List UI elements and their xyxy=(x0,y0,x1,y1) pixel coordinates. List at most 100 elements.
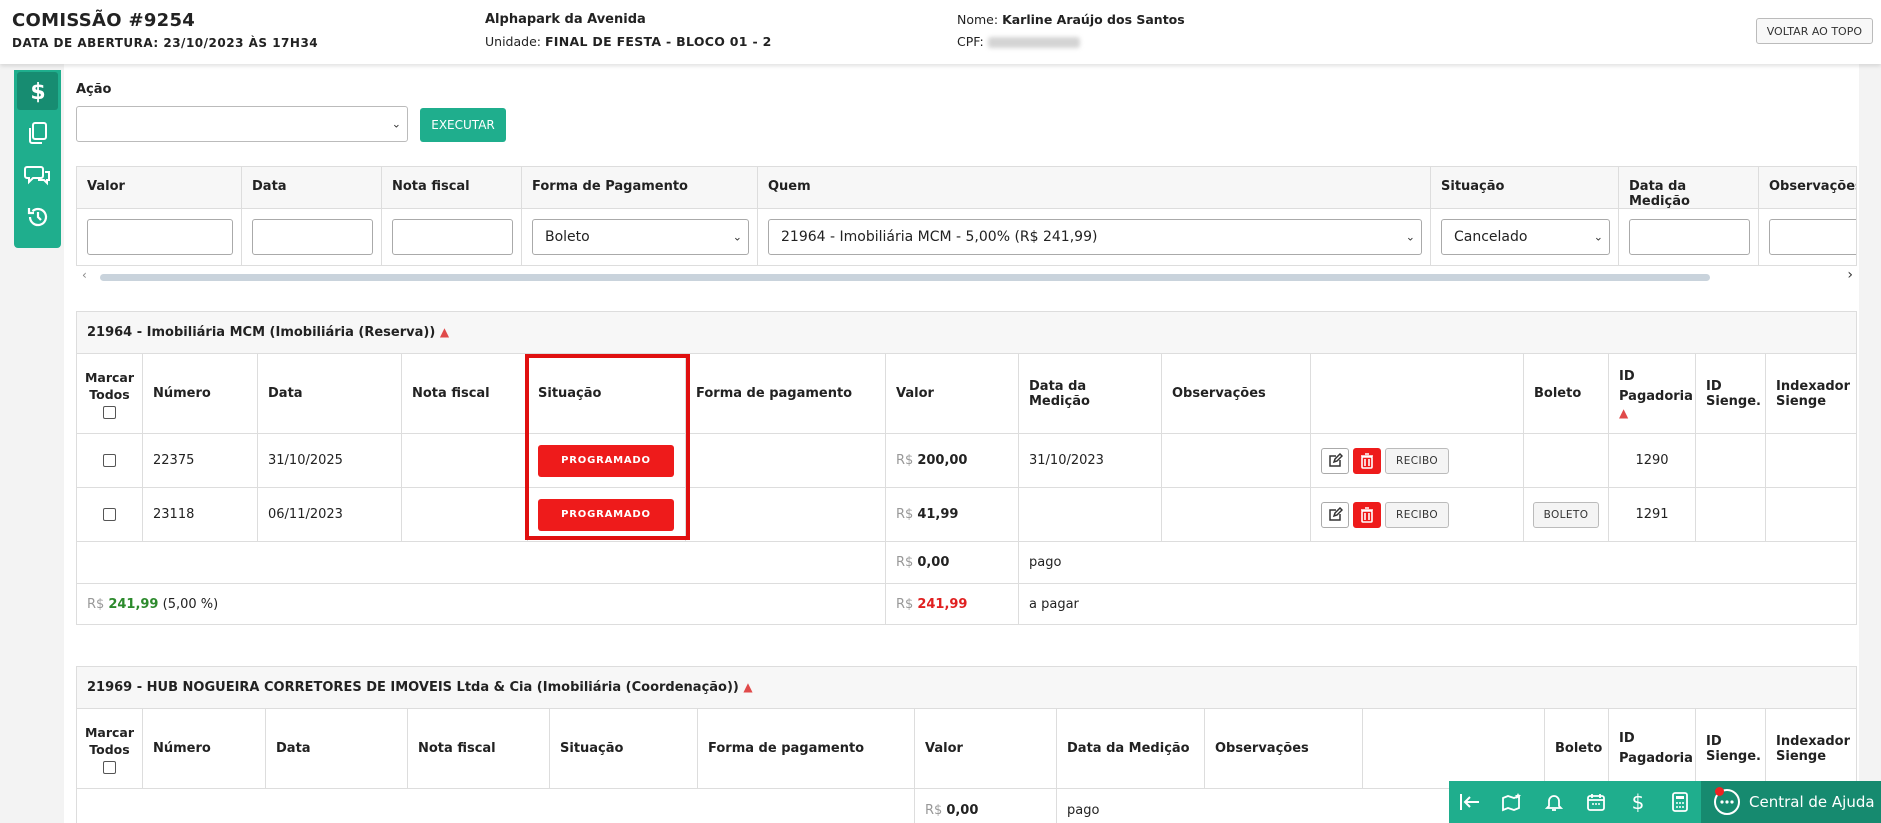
edit-button[interactable] xyxy=(1321,447,1349,474)
nota-fiscal-input[interactable] xyxy=(392,219,513,255)
col-data: Data xyxy=(258,354,402,433)
col-indexador: Indexador Sienge xyxy=(1776,733,1851,764)
delete-button[interactable] xyxy=(1353,447,1381,474)
client-name: Nome: Karline Araújo dos Santos xyxy=(957,12,1185,27)
sidebar-item-documents[interactable] xyxy=(14,112,61,154)
copy-icon xyxy=(28,122,47,144)
table-header-row: Marcar Todos Número Data Nota fiscal Sit… xyxy=(77,354,1856,434)
unit-label: Unidade: xyxy=(485,34,541,49)
col-indexador: Indexador Sienge xyxy=(1776,378,1851,409)
collapse-button[interactable] xyxy=(1449,781,1491,823)
cell-idsienge xyxy=(1696,434,1766,487)
cpf-label: CPF: xyxy=(957,34,984,49)
col-medicao: Data da Medição xyxy=(1019,354,1162,433)
col-actions xyxy=(1311,354,1524,433)
dollar-icon: $ xyxy=(1632,791,1645,813)
col-nota: Nota fiscal xyxy=(408,709,550,788)
page-title: COMISSÃO #9254 xyxy=(12,10,196,31)
col-valor: Valor xyxy=(915,709,1057,788)
name-label: Nome: xyxy=(957,12,999,27)
col-obs: Observações xyxy=(1162,354,1311,433)
paid-summary-row: R$ 0,00 pago xyxy=(77,542,1856,584)
table-row: 23118 06/11/2023 PROGRAMADO R$ 41,99 RECI… xyxy=(77,488,1856,542)
edit-icon xyxy=(1329,506,1343,521)
currency-symbol: R$ xyxy=(896,555,914,570)
delete-button[interactable] xyxy=(1353,501,1381,528)
cell-numero: 22375 xyxy=(143,434,258,487)
paid-value: 0,00 xyxy=(917,555,950,570)
boleto-button[interactable]: BOLETO xyxy=(1532,501,1600,528)
select-all-checkbox[interactable] xyxy=(103,405,116,419)
main-content: Ação ⌄ EXECUTAR Valor Data Nota fiscal F… xyxy=(64,64,1859,823)
receipt-button[interactable]: RECIBO xyxy=(1385,447,1450,474)
svg-text:$: $ xyxy=(30,80,45,103)
currency-symbol: R$ xyxy=(896,453,914,468)
scroll-right-icon[interactable]: › xyxy=(1847,267,1853,283)
warning-icon: ▲ xyxy=(1619,406,1629,420)
notifications-button[interactable] xyxy=(1533,781,1575,823)
cell-nota xyxy=(402,488,528,541)
cell-medicao xyxy=(1019,488,1162,541)
valor-input[interactable] xyxy=(87,219,233,255)
calendar-icon xyxy=(1587,794,1605,811)
quem-select[interactable]: 21964 - Imobiliária MCM - 5,00% (R$ 241,… xyxy=(768,219,1422,255)
cell-forma xyxy=(686,488,886,541)
situacao-select[interactable]: Cancelado ⌄ xyxy=(1441,219,1610,255)
scrollbar-thumb[interactable] xyxy=(100,274,1710,281)
top-bar: COMISSÃO #9254 DATA DE ABERTURA: 23/10/2… xyxy=(0,0,1881,64)
horizontal-scrollbar[interactable]: ‹ › xyxy=(76,267,1857,284)
action-label: Ação xyxy=(76,82,112,97)
chevron-down-icon: ⌄ xyxy=(391,117,401,131)
cell-indexador xyxy=(1766,488,1858,541)
action-select[interactable]: ⌄ xyxy=(76,106,408,142)
row-checkbox[interactable] xyxy=(103,454,116,467)
col-boleto: Boleto xyxy=(1545,709,1609,788)
total-summary-row: R$ 241,99 (5,00 %) R$ 241,99 a pagar xyxy=(77,584,1856,624)
edit-icon xyxy=(1329,452,1343,467)
row-checkbox[interactable] xyxy=(103,508,116,521)
observacoes-input[interactable] xyxy=(1769,219,1856,255)
sidebar-item-history[interactable] xyxy=(14,196,61,238)
sidebar-item-messages[interactable] xyxy=(14,154,61,196)
opening-date: DATA DE ABERTURA: 23/10/2023 ÀS 17H34 xyxy=(12,36,319,50)
total-value: 241,99 xyxy=(108,596,159,612)
execute-button[interactable]: EXECUTAR xyxy=(420,108,506,142)
bell-icon xyxy=(1545,795,1563,811)
calculator-icon xyxy=(1672,792,1688,812)
scroll-left-icon[interactable]: ‹ xyxy=(82,268,87,282)
col-idpag: ID Pagadoria xyxy=(1619,731,1693,766)
select-all-checkbox[interactable] xyxy=(103,760,116,774)
marcar-todos-label: Marcar Todos xyxy=(84,724,135,758)
sidebar-item-payments[interactable]: $ xyxy=(17,72,58,110)
currency-symbol: R$ xyxy=(896,596,914,612)
col-numero: Número xyxy=(143,354,258,433)
col-boleto: Boleto xyxy=(1524,354,1609,433)
receipt-button[interactable]: RECIBO xyxy=(1385,501,1450,528)
map-button[interactable] xyxy=(1491,781,1533,823)
filter-header-valor: Valor xyxy=(77,167,242,209)
cell-idsienge xyxy=(1696,488,1766,541)
col-forma: Forma de pagamento xyxy=(698,709,915,788)
finance-button[interactable]: $ xyxy=(1617,781,1659,823)
cell-idpag: 1290 xyxy=(1609,434,1696,487)
unit-info: Unidade: FINAL DE FESTA - BLOCO 01 - 2 xyxy=(485,34,772,49)
edit-button[interactable] xyxy=(1321,501,1349,528)
currency-symbol: R$ xyxy=(925,802,943,818)
to-pay-value: 241,99 xyxy=(917,596,968,612)
chevron-down-icon: ⌄ xyxy=(732,230,742,244)
col-situacao: Situação xyxy=(550,709,698,788)
col-forma: Forma de pagamento xyxy=(686,354,886,433)
forma-pagamento-select[interactable]: Boleto ⌄ xyxy=(532,219,749,255)
data-medicao-input[interactable] xyxy=(1629,219,1750,255)
help-center-button[interactable]: Central de Ajuda xyxy=(1701,781,1881,823)
cell-valor: 41,99 xyxy=(917,507,959,522)
back-to-top-button[interactable]: VOLTAR AO TOPO xyxy=(1755,18,1873,44)
cell-data: 06/11/2023 xyxy=(258,488,402,541)
group-title-text: 21969 - HUB NOGUEIRA CORRETORES DE IMOVE… xyxy=(87,680,739,695)
currency-symbol: R$ xyxy=(87,596,105,612)
data-input[interactable] xyxy=(252,219,373,255)
cell-nota xyxy=(402,434,528,487)
calendar-button[interactable] xyxy=(1575,781,1617,823)
filter-header-quem: Quem xyxy=(758,167,1431,209)
calculator-button[interactable] xyxy=(1659,781,1701,823)
